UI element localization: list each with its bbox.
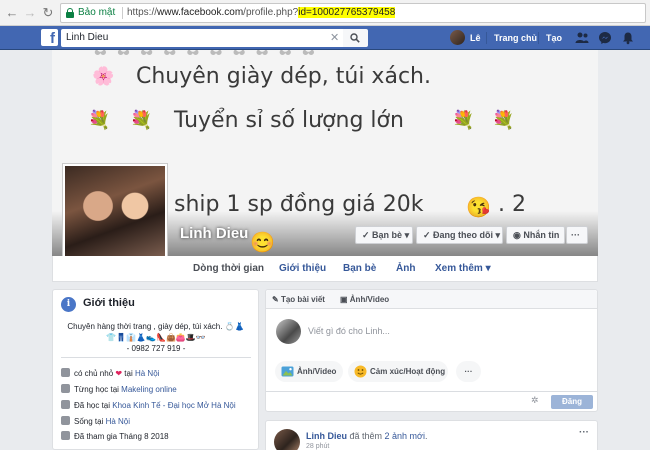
url-text: https://www.facebook.com/profile.php?id=… — [127, 7, 396, 18]
address-bar[interactable]: Bảo mật https://www.facebook.com/profile… — [60, 3, 646, 23]
more-options-button[interactable]: ··· — [456, 361, 481, 382]
audience-settings-icon[interactable]: ✲ — [531, 395, 539, 406]
forward-icon[interactable]: → — [22, 5, 38, 21]
intro-joined: Đã tham gia Tháng 8 2018 — [61, 431, 169, 442]
education-icon — [61, 384, 70, 393]
message-button[interactable]: ◉ Nhắn tin — [506, 226, 565, 244]
search-input[interactable]: Linh Dieu — [61, 29, 343, 47]
profile-link[interactable]: Lê — [470, 26, 481, 50]
home-icon — [61, 368, 70, 377]
browser-toolbar: ← → ↻ Bảo mật https://www.facebook.com/p… — [0, 0, 650, 26]
globe-icon: i — [61, 297, 76, 312]
pencil-icon: ✎ — [272, 295, 281, 304]
facebook-logo-icon[interactable]: f — [41, 29, 58, 46]
cover-text-cut: ✿ ✿ ✿ ✿ ✿ ✿ ✿ ✿ ✿ ✿ — [92, 50, 317, 60]
friends-button[interactable]: ✓ Bạn bè ▾ — [355, 226, 413, 244]
messenger-icon[interactable] — [598, 31, 612, 45]
search-icon — [350, 33, 360, 43]
post-card: Linh Dieu đã thêm 2 ảnh mới. 28 phút ··· — [265, 420, 598, 450]
cover-line-2: Tuyển sỉ số lượng lớn — [174, 108, 404, 133]
smile-emoji-icon: 😊 — [250, 232, 275, 254]
post-composer: ✎ Tạo bài viết ▣ Ảnh/Video Viết gì đó ch… — [265, 289, 598, 412]
tab-about[interactable]: Giới thiệu — [279, 256, 326, 281]
avatar[interactable] — [274, 429, 300, 450]
cover-line-1: Chuyên giày dép, túi xách. — [136, 64, 431, 89]
tab-more[interactable]: Xem thêm ▾ — [435, 256, 491, 281]
profile-tabs: Dòng thời gian Giới thiệu Bạn bè Ảnh Xem… — [52, 256, 598, 282]
profile-picture[interactable] — [62, 163, 168, 269]
bouquet-icon: 💐 — [492, 110, 515, 130]
clock-icon — [61, 431, 70, 440]
avatar — [276, 319, 301, 344]
composer-input[interactable]: Viết gì đó cho Linh... — [308, 326, 390, 336]
search-button[interactable] — [343, 29, 368, 47]
education-icon — [61, 400, 70, 409]
feeling-activity-button[interactable]: Cảm xúc/Hoạt động — [348, 361, 448, 382]
intro-lives-in: Sống tại Hà Nội — [61, 416, 130, 427]
photo-icon — [281, 366, 294, 377]
reload-icon[interactable]: ↻ — [40, 5, 56, 21]
friend-requests-icon[interactable] — [575, 31, 589, 45]
intro-bio: Chuyên hàng thời trang , giày dép, túi x… — [67, 322, 245, 353]
intro-relationship: có chủ nhỏ ❤ tại Hà Nội — [61, 368, 159, 379]
intro-title: Giới thiệu — [83, 297, 135, 309]
post-header: Linh Dieu đã thêm 2 ảnh mới. — [306, 431, 428, 441]
notifications-bell-icon[interactable] — [621, 31, 635, 45]
search-clear-icon[interactable]: ✕ — [330, 29, 339, 47]
more-options-button[interactable]: ··· — [566, 226, 588, 244]
intro-studied: Từng học tại Makeling online — [61, 384, 177, 395]
following-button[interactable]: ✓ Đang theo dõi ▾ — [416, 226, 503, 244]
back-icon[interactable]: ← — [4, 5, 20, 21]
home-link[interactable]: Trang chủ — [494, 26, 537, 50]
photo-video-button[interactable]: Ảnh/Video — [275, 361, 343, 382]
smiley-icon — [354, 365, 367, 378]
bouquet-icon: 💐 — [88, 110, 111, 130]
post-button[interactable]: Đăng — [551, 395, 593, 409]
tab-photos[interactable]: Ảnh — [396, 256, 415, 281]
intro-card: i Giới thiệu Chuyên hàng thời trang , gi… — [52, 289, 259, 450]
intro-school: Đã học tại Khoa Kinh Tế - Đại học Mở Hà … — [61, 400, 236, 411]
camera-icon: ▣ — [340, 295, 350, 304]
profile-name[interactable]: Linh Dieu — [180, 225, 248, 242]
bouquet-icon: 💐 — [130, 110, 153, 130]
url-query-highlight: id=100027765379458 — [298, 7, 396, 18]
secure-label: Bảo mật — [78, 7, 116, 18]
post-menu-button[interactable]: ··· — [579, 427, 589, 438]
lock-icon — [66, 8, 74, 18]
facebook-top-bar: f Linh Dieu ✕ Lê Trang chủ Tạo — [0, 26, 650, 50]
tab-photo-video[interactable]: ▣ Ảnh/Video — [340, 290, 389, 309]
create-link[interactable]: Tạo — [546, 26, 562, 50]
bouquet-icon: 💐 — [452, 110, 475, 130]
messenger-icon: ◉ — [513, 230, 524, 240]
location-icon — [61, 416, 70, 425]
tab-timeline[interactable]: Dòng thời gian — [193, 256, 264, 281]
flower-icon: 🌸 — [92, 66, 115, 86]
user-avatar[interactable] — [450, 30, 465, 45]
post-timestamp[interactable]: 28 phút — [306, 443, 329, 450]
tab-create-post[interactable]: ✎ Tạo bài viết — [272, 290, 325, 309]
tab-friends[interactable]: Bạn bè — [343, 256, 376, 281]
